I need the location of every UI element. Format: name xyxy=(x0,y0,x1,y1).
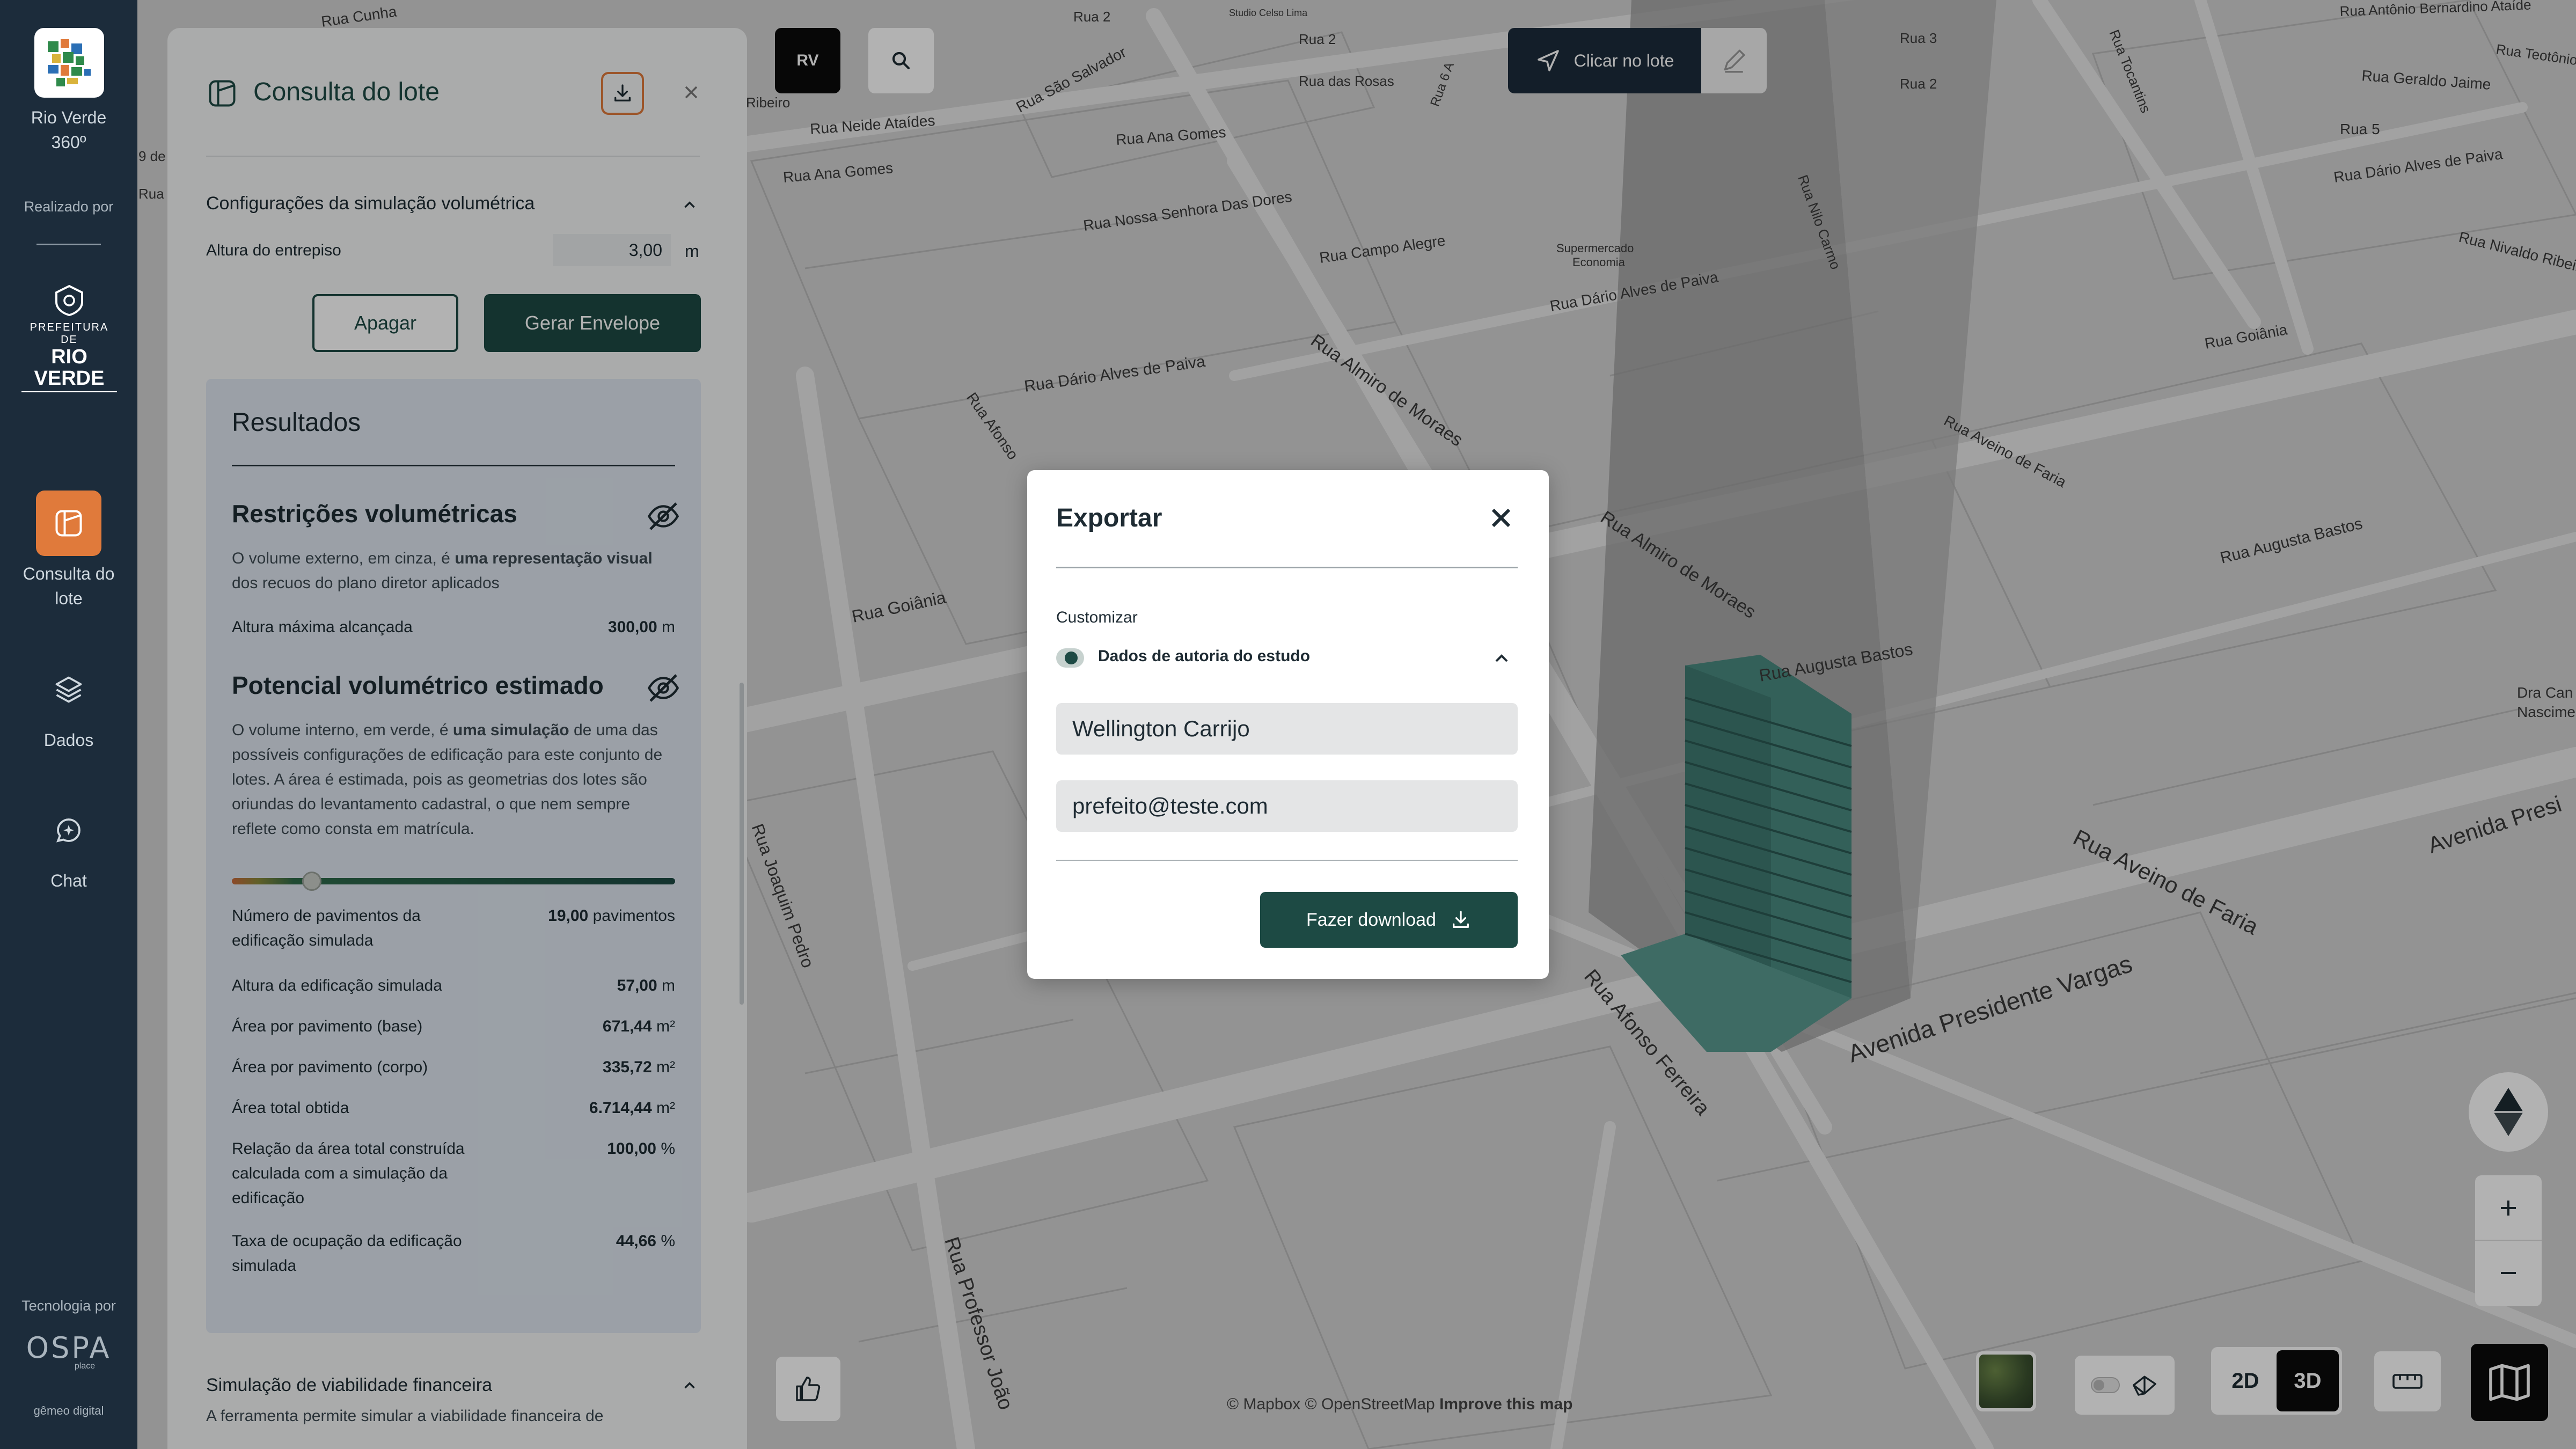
map-panel-icon xyxy=(55,510,82,537)
nav-item-dados[interactable]: Dados xyxy=(0,657,137,752)
ospa-logo-text: OSPA xyxy=(26,1331,112,1365)
autoria-toggle[interactable] xyxy=(1056,648,1084,668)
app-logo[interactable] xyxy=(34,28,104,98)
autoria-toggle-label: Dados de autoria do estudo xyxy=(1098,647,1311,665)
author-name-field[interactable]: Wellington Carrijo xyxy=(1056,703,1518,755)
dados-icon-wrap xyxy=(36,657,101,722)
nav-item-dados-label: Dados xyxy=(43,730,94,750)
modal-footer-divider xyxy=(1056,860,1518,861)
rio-verde-logo-icon xyxy=(48,39,91,86)
close-icon[interactable] xyxy=(1488,504,1514,531)
chat-icon-wrap xyxy=(36,797,101,863)
prefeitura-subline xyxy=(21,391,117,403)
author-email-value: prefeito@teste.com xyxy=(1072,793,1268,818)
export-modal: Exportar Customizar Dados de autoria do … xyxy=(1027,470,1549,979)
author-name-value: Wellington Carrijo xyxy=(1072,716,1250,741)
download-icon xyxy=(1452,911,1469,928)
app-name: Rio Verde 360º xyxy=(0,105,137,155)
modal-header-divider xyxy=(1056,567,1518,568)
nav-label-line1: Consulta do xyxy=(23,564,115,583)
nav-divider xyxy=(36,244,101,245)
customizar-label: Customizar xyxy=(1056,609,1138,626)
app-name-line2: 360º xyxy=(51,133,86,152)
chevron-up-icon[interactable] xyxy=(1491,647,1512,669)
toggle-knob xyxy=(1065,652,1078,664)
nav-item-consulta-label: Consulta do lote xyxy=(0,561,137,611)
download-label: Fazer download xyxy=(1306,909,1436,930)
tecnologia-por-label: Tecnologia por xyxy=(21,1298,116,1314)
prefeitura-logo: PREFEITURA DE RIO VERDE xyxy=(21,284,117,403)
app-name-line1: Rio Verde xyxy=(31,108,107,127)
realizado-por-label: Realizado por xyxy=(24,199,114,215)
autoria-toggle-row[interactable]: Dados de autoria do estudo xyxy=(1056,642,1518,674)
download-button[interactable]: Fazer download xyxy=(1260,892,1518,948)
nav-item-consulta[interactable]: Consulta do lote xyxy=(0,491,137,611)
chat-icon xyxy=(56,818,80,843)
nav-item-chat-label: Chat xyxy=(50,871,87,890)
modal-title: Exportar xyxy=(1056,504,1162,532)
left-nav: Rio Verde 360º Realizado por PREFEITURA … xyxy=(0,0,137,1449)
nav-item-chat[interactable]: Chat xyxy=(0,797,137,893)
layers-icon xyxy=(55,676,82,703)
consulta-icon-wrap xyxy=(36,491,101,556)
gemeo-digital-label: gêmeo digital xyxy=(33,1404,104,1417)
ospa-logo: OSPA place xyxy=(0,1331,137,1371)
prefeitura-line2: RIO VERDE xyxy=(34,346,105,390)
nav-label-line2: lote xyxy=(55,589,83,608)
prefeitura-crest-icon xyxy=(55,284,83,317)
prefeitura-line1: PREFEITURA DE xyxy=(30,321,109,346)
author-email-field[interactable]: prefeito@teste.com xyxy=(1056,780,1518,832)
